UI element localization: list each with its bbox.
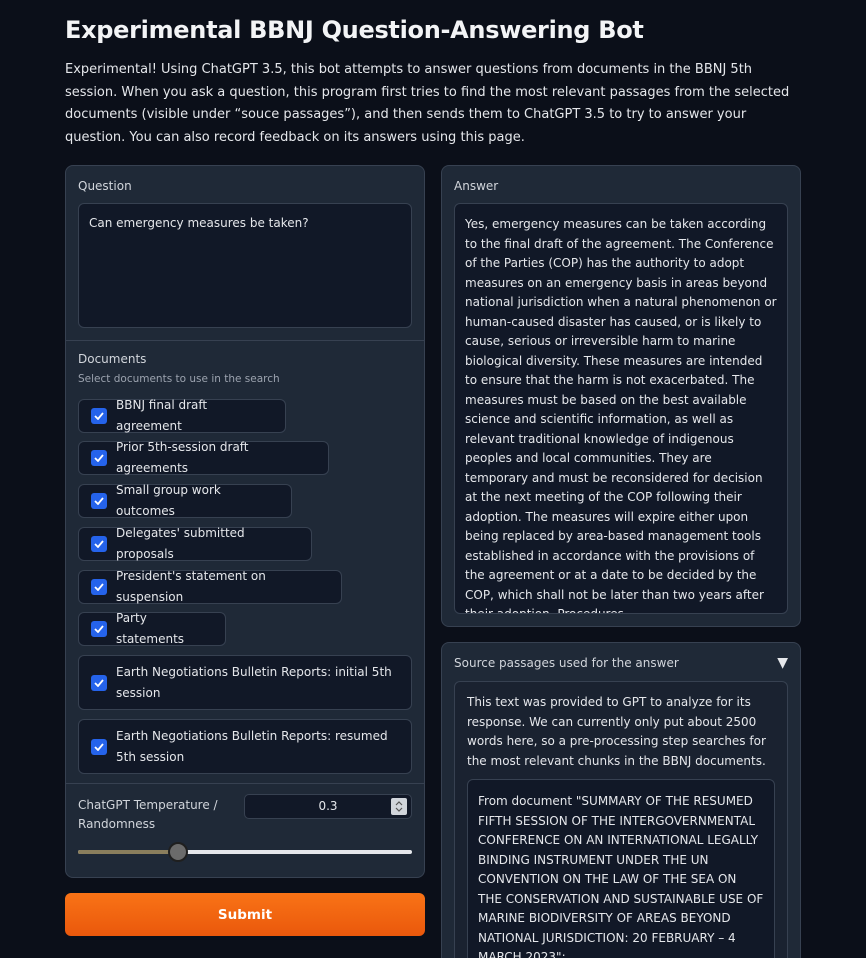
source-accordion-header[interactable]: Source passages used for the answer ▼: [454, 656, 788, 670]
doc-checkbox-final-draft[interactable]: BBNJ final draft agreement: [78, 398, 286, 433]
doc-checkbox-label: President's statement on suspension: [116, 569, 266, 604]
temperature-slider-thumb[interactable]: [168, 842, 189, 862]
doc-checkbox-label: BBNJ final draft agreement: [116, 398, 208, 433]
answer-label: Answer: [454, 179, 499, 193]
checkbox-checked-icon[interactable]: [91, 493, 107, 509]
doc-checkbox-label: Small group work outcomes: [116, 483, 221, 518]
source-accordion-label: Source passages used for the answer: [454, 656, 679, 670]
answer-textarea[interactable]: Yes, emergency measures can be taken acc…: [454, 203, 788, 614]
page-title: Experimental BBNJ Question-Answering Bot: [65, 16, 644, 44]
submit-button[interactable]: Submit: [65, 893, 425, 936]
doc-checkbox-party-statements[interactable]: Party statements: [78, 611, 226, 646]
temperature-number-input[interactable]: 0.3: [244, 794, 412, 819]
app-root: Experimental BBNJ Question-Answering Bot…: [0, 0, 866, 958]
source-passage-textarea[interactable]: From document "SUMMARY OF THE RESUMED FI…: [467, 779, 775, 958]
answer-panel: Answer Yes, emergency measures can be ta…: [441, 165, 801, 627]
doc-checkbox-label: Delegates' submitted proposals: [116, 526, 245, 561]
question-textarea[interactable]: Can emergency measures be taken?: [78, 203, 412, 328]
temperature-slider-fill: [78, 850, 179, 854]
doc-checkbox-label: Earth Negotiations Bulletin Reports: res…: [116, 728, 388, 764]
temperature-label: ChatGPT Temperature / Randomness: [78, 798, 218, 831]
page-description: Experimental! Using ChatGPT 3.5, this bo…: [65, 62, 790, 146]
doc-checkbox-label: Earth Negotiations Bulletin Reports: ini…: [116, 664, 392, 700]
documents-sublabel: Select documents to use in the search: [78, 373, 280, 385]
checkbox-checked-icon[interactable]: [91, 738, 107, 755]
source-content: This text was provided to GPT to analyze…: [454, 681, 788, 958]
doc-checkbox-label: Prior 5th-session draft agreements: [116, 440, 249, 475]
doc-checkbox-small-group[interactable]: Small group work outcomes: [78, 483, 292, 518]
source-accordion: Source passages used for the answer ▼ Th…: [441, 642, 801, 958]
checkbox-checked-icon[interactable]: [91, 408, 107, 424]
checkbox-checked-icon[interactable]: [91, 621, 107, 637]
checkbox-checked-icon[interactable]: [91, 536, 107, 552]
documents-label: Documents: [78, 352, 147, 366]
input-panel: Question Can emergency measures be taken…: [65, 165, 425, 878]
question-label: Question: [78, 179, 132, 193]
doc-checkbox-delegates-proposals[interactable]: Delegates' submitted proposals: [78, 526, 312, 561]
checkbox-checked-icon[interactable]: [91, 674, 107, 691]
temperature-value: 0.3: [318, 799, 338, 813]
checkbox-checked-icon[interactable]: [91, 450, 107, 466]
temperature-slider-track[interactable]: [78, 850, 412, 854]
doc-checkbox-prior-drafts[interactable]: Prior 5th-session draft agreements: [78, 440, 329, 475]
source-note: This text was provided to GPT to analyze…: [467, 695, 766, 768]
number-spinner[interactable]: [391, 798, 407, 815]
checkbox-checked-icon[interactable]: [91, 579, 107, 595]
divider: [66, 783, 424, 784]
doc-checkbox-enb-initial[interactable]: Earth Negotiations Bulletin Reports: ini…: [78, 655, 412, 710]
doc-checkbox-enb-resumed[interactable]: Earth Negotiations Bulletin Reports: res…: [78, 719, 412, 774]
doc-checkbox-label: Party statements: [116, 611, 185, 646]
doc-checkbox-president-statement[interactable]: President's statement on suspension: [78, 569, 342, 604]
chevron-down-icon[interactable]: ▼: [777, 656, 788, 670]
divider: [66, 340, 424, 341]
